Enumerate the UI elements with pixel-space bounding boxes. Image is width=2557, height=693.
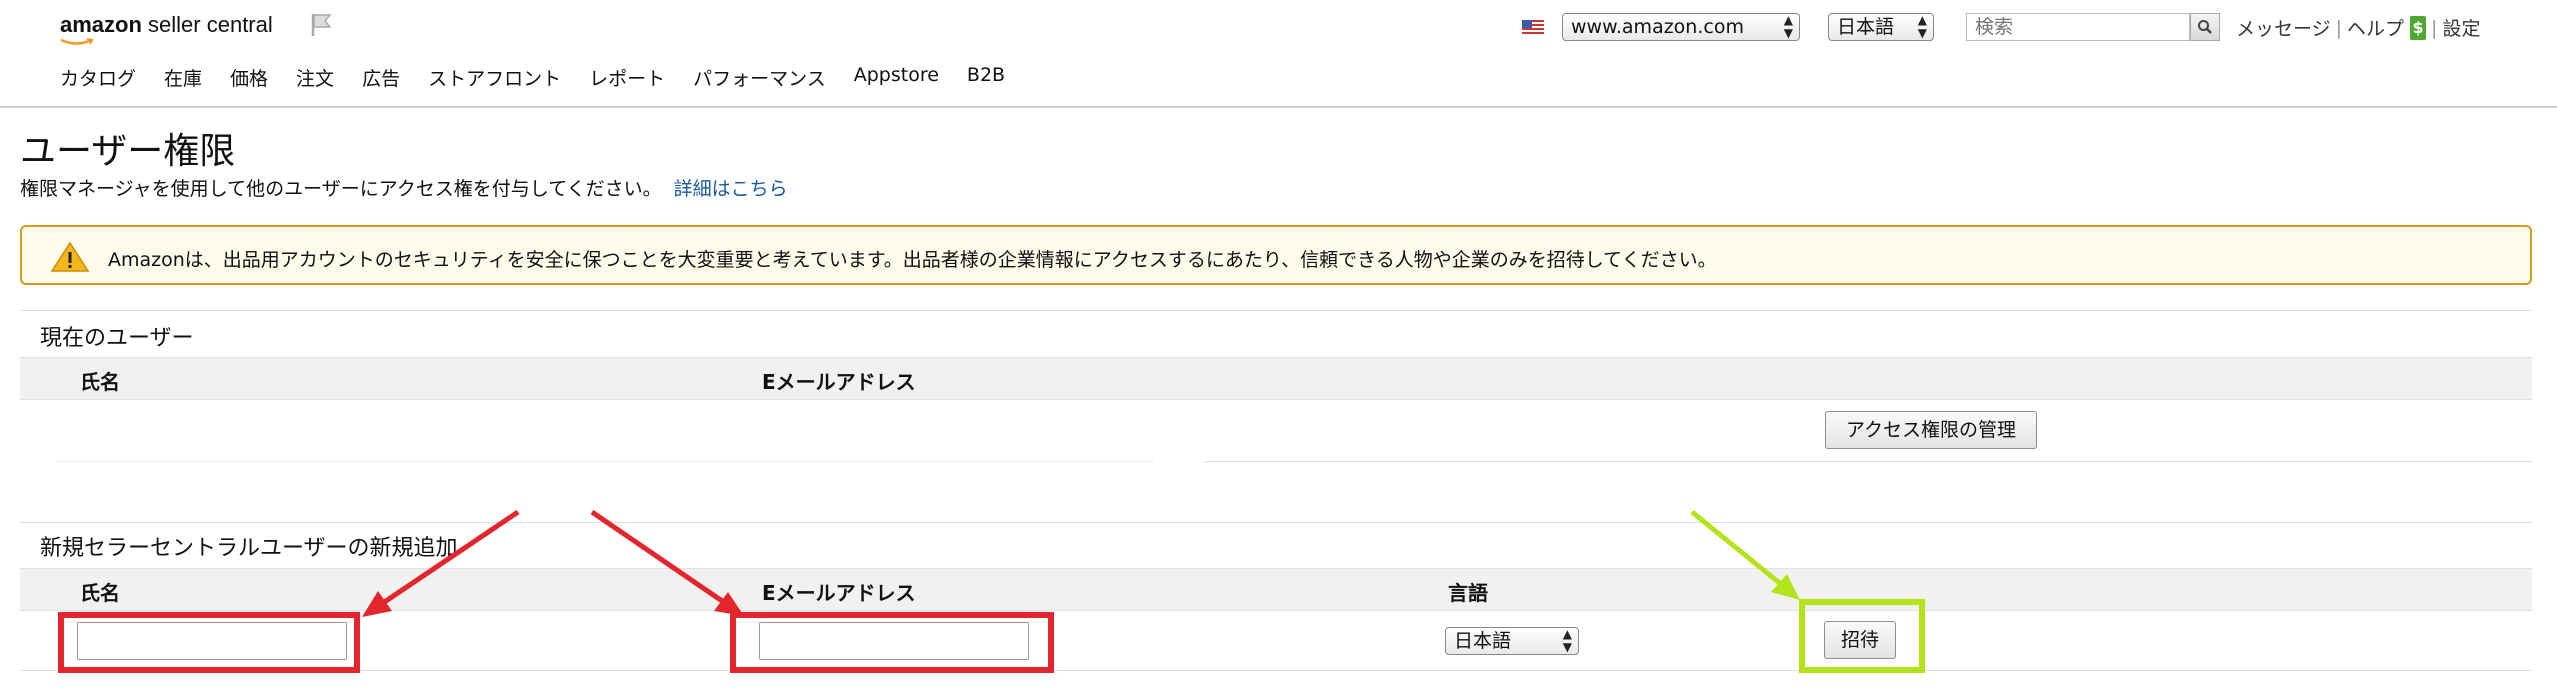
search-button[interactable] [2190,13,2220,41]
nav-item-orders[interactable]: 注文 [296,64,334,91]
details-link[interactable]: 詳細はこちら [674,178,788,200]
nav-item-appstore[interactable]: Appstore [854,64,939,91]
manage-access-button[interactable]: アクセス権限の管理 [1825,411,2037,449]
row-divider [55,461,1155,462]
nav-item-advertising[interactable]: 広告 [362,64,400,91]
new-user-title: 新規セラーセントラルユーザーの新規追加 [40,536,458,561]
language-select[interactable]: 日本語 ▲ ▼ [1828,13,1934,41]
divider: | [2431,16,2438,39]
description-text: 権限マネージャを使用して他のユーザーにアクセス権を付与してください。 [20,178,662,200]
header-divider [0,106,2557,108]
amazon-smile-icon [60,38,94,45]
amazon-seller-central-logo[interactable]: amazon seller central [60,12,273,38]
page-title: ユーザー権限 [20,131,236,172]
new-user-language-value: 日本語 [1454,630,1512,652]
nav-item-reports[interactable]: レポート [589,64,665,91]
section-divider [20,310,2532,311]
logo-bold-text: amazon [60,12,142,37]
nav-item-storefront[interactable]: ストアフロント [428,64,561,91]
nav-item-b2b[interactable]: B2B [967,64,1005,91]
new-user-language-select[interactable]: 日本語 ▲ ▼ [1445,627,1579,655]
email-input-highlight [730,612,1054,673]
select-arrows-icon: ▲ ▼ [1562,627,1572,654]
select-arrows-icon: ▲ ▼ [1783,13,1793,40]
top-links: メッセージ | ヘルプ $ | 設定 [2236,14,2480,41]
section-divider [20,522,2532,523]
invite-button-highlight [1799,599,1925,673]
language-value: 日本語 [1837,16,1895,38]
search-icon [2198,20,2212,34]
divider: | [2335,16,2343,39]
select-arrows-icon: ▲ ▼ [1917,13,1927,40]
search-input[interactable] [1966,13,2190,41]
security-alert: Amazonは、出品用アカウントのセキュリティを安全に保つことを大変重要と考えて… [20,225,2532,285]
flag-icon[interactable] [310,12,334,38]
column-header-language: 言語 [1448,581,1488,605]
row-divider [1205,461,2532,462]
main-nav: カタログ 在庫 価格 注文 広告 ストアフロント レポート パフォーマンス Ap… [60,64,1033,91]
column-header-name: 氏名 [80,370,120,394]
nav-item-pricing[interactable]: 価格 [230,64,268,91]
current-users-title: 現在のユーザー [40,326,194,351]
new-user-header-row: 氏名 Eメールアドレス 言語 [20,568,2532,611]
page-description: 権限マネージャを使用して他のユーザーにアクセス権を付与してください。 詳細はこちら [20,174,788,201]
messages-link[interactable]: メッセージ [2236,14,2331,41]
nav-item-inventory[interactable]: 在庫 [164,64,202,91]
nav-item-performance[interactable]: パフォーマンス [693,64,826,91]
current-users-header-row: 氏名 Eメールアドレス [20,357,2532,400]
column-header-email: Eメールアドレス [762,370,916,394]
logo-rest-text: seller central [141,12,273,37]
settings-link[interactable]: 設定 [2442,14,2480,41]
name-input-highlight [58,612,360,673]
row-divider [20,670,2532,671]
alert-text: Amazonは、出品用アカウントのセキュリティを安全に保つことを大変重要と考えて… [108,249,1717,271]
warning-icon [50,241,90,272]
marketplace-select[interactable]: www.amazon.com ▲ ▼ [1562,13,1800,41]
column-header-name: 氏名 [80,581,120,605]
marketplace-value: www.amazon.com [1571,16,1744,38]
nav-item-catalog[interactable]: カタログ [60,64,136,91]
help-link[interactable]: ヘルプ [2347,14,2404,41]
us-flag-icon [1522,20,1544,34]
dollar-badge-icon: $ [2410,15,2427,40]
column-header-email: Eメールアドレス [762,581,916,605]
